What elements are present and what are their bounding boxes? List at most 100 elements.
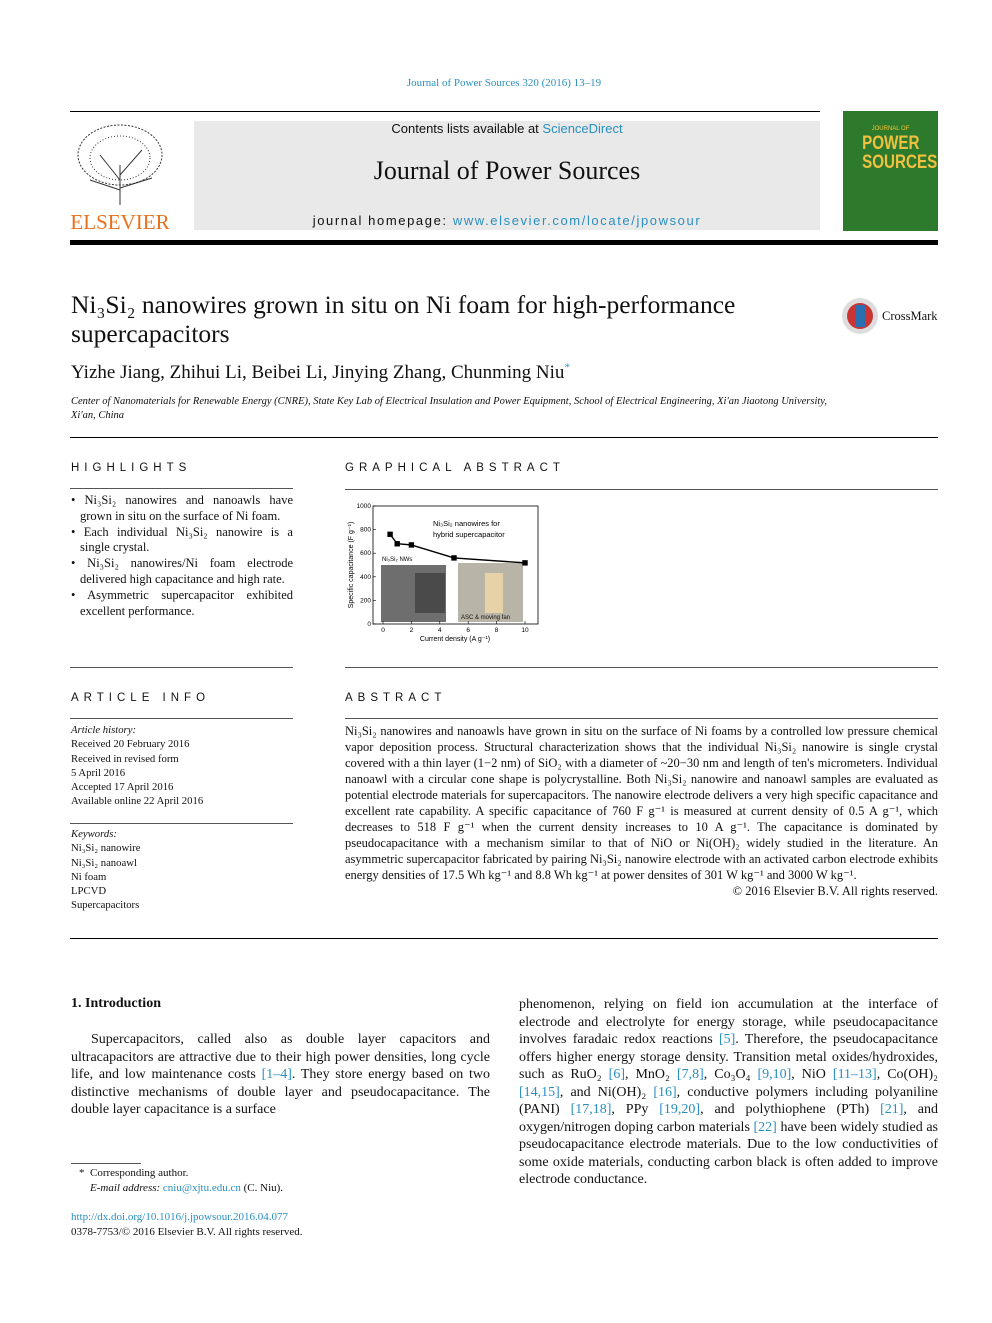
contents-line: Contents lists available at ScienceDirec… bbox=[194, 121, 820, 136]
text-run: , and Ni(OH)₂ bbox=[559, 1084, 654, 1100]
citation-link[interactable]: [5] bbox=[719, 1032, 735, 1047]
footnote-mark: * bbox=[79, 1167, 85, 1179]
abstract-copyright: © 2016 Elsevier B.V. All rights reserved… bbox=[732, 884, 938, 898]
data-point bbox=[408, 542, 415, 548]
paragraph: Supercapacitors, called also as double l… bbox=[71, 1031, 490, 1119]
x-tick-label: 6 bbox=[466, 627, 470, 634]
divider bbox=[345, 667, 938, 668]
affiliation: Center of Nanomaterials for Renewable En… bbox=[71, 396, 827, 421]
data-point bbox=[522, 560, 528, 566]
intro-right-column: phenomenon, relying on field ion accumul… bbox=[519, 996, 938, 1189]
history-item: 5 April 2016 bbox=[71, 766, 126, 779]
citation-link[interactable]: [9,10] bbox=[757, 1067, 791, 1082]
divider bbox=[70, 667, 293, 668]
cover-top-text: JOURNAL OF bbox=[871, 126, 910, 132]
x-tick-label: 8 bbox=[495, 627, 499, 634]
author-list: Yizhe Jiang, Zhihui Li, Beibei Li, Jinyi… bbox=[71, 362, 570, 384]
footnote: * Corresponding author. E-mail address: … bbox=[79, 1166, 283, 1196]
highlights-heading: HIGHLIGHTS bbox=[71, 462, 192, 474]
x-tick-label: 2 bbox=[410, 627, 414, 634]
crossmark-label: CrossMark bbox=[882, 308, 938, 323]
email-link[interactable]: cniu@xjtu.edu.cn bbox=[163, 1182, 241, 1194]
text-run: , NiO bbox=[791, 1067, 833, 1082]
article-title: Ni₃Si₂ nanowires grown in situ on Ni foa… bbox=[71, 290, 736, 348]
highlight-item: • Ni₃Si₂ nanowires and nanoawls have gro… bbox=[71, 493, 293, 523]
x-tick-label: 0 bbox=[381, 627, 385, 634]
abstract-body: Ni₃Si₂ nanowires and nanoawls have grown… bbox=[345, 723, 938, 899]
crossmark-badge[interactable]: CrossMark bbox=[841, 297, 938, 335]
y-tick-label: 200 bbox=[360, 597, 371, 604]
history-item: Received in revised form bbox=[71, 752, 179, 765]
article-history: Article history: Received 20 February 20… bbox=[71, 723, 293, 809]
divider bbox=[70, 111, 820, 112]
y-tick-label: 600 bbox=[360, 550, 371, 557]
citation-link[interactable]: [19,20] bbox=[659, 1102, 700, 1117]
highlights-list: • Ni₃Si₂ nanowires and nanoawls have gro… bbox=[71, 493, 293, 619]
x-tick-label: 10 bbox=[521, 627, 529, 634]
citation-link[interactable]: [1–4] bbox=[262, 1067, 292, 1082]
inset-right-label: ASC & moving fan bbox=[461, 615, 510, 621]
divider bbox=[70, 488, 293, 489]
sciencedirect-link[interactable]: ScienceDirect bbox=[542, 121, 622, 136]
keyword: Supercapacitors bbox=[71, 899, 140, 912]
highlight-item: • Each individual Ni₃Si₂ nanowire is a s… bbox=[71, 524, 293, 555]
text-run: , Co(OH)₂ bbox=[876, 1067, 938, 1082]
text-run: , PPy bbox=[611, 1102, 660, 1117]
intro-left-column: Supercapacitors, called also as double l… bbox=[71, 1031, 490, 1119]
history-item: Available online 22 April 2016 bbox=[71, 795, 204, 808]
homepage-line: journal homepage: www.elsevier.com/locat… bbox=[194, 213, 820, 228]
history-label: Article history: bbox=[71, 724, 137, 736]
corresponding-author-note: Corresponding author. bbox=[90, 1167, 189, 1179]
thick-divider bbox=[70, 240, 938, 245]
photo-cell bbox=[485, 573, 503, 613]
homepage-prefix: journal homepage: bbox=[312, 213, 453, 228]
email-label: E-mail address: bbox=[90, 1182, 163, 1194]
divider bbox=[70, 938, 938, 939]
history-item: Received 20 February 2016 bbox=[71, 738, 190, 751]
highlight-item: • Ni₃Si₂ nanowires/Ni foam electrode del… bbox=[71, 556, 293, 586]
citation-link[interactable]: [21] bbox=[880, 1102, 903, 1117]
citation-link[interactable]: [22] bbox=[754, 1120, 777, 1135]
chart-annotation-line1: Ni₃Si₂ nanowires for bbox=[433, 519, 500, 528]
journal-reference-link[interactable]: Journal of Power Sources 320 (2016) 13–1… bbox=[0, 77, 992, 89]
text-run: , MnO₂ bbox=[624, 1067, 677, 1082]
history-item: Accepted 17 April 2016 bbox=[71, 781, 174, 794]
citation-link[interactable]: [7,8] bbox=[677, 1067, 704, 1082]
journal-cover: JOURNAL OF POWER SOURCES bbox=[843, 111, 938, 231]
authors: Yizhe Jiang, Zhihui Li, Beibei Li, Jinyi… bbox=[71, 362, 565, 383]
y-tick-label: 0 bbox=[367, 621, 371, 628]
keyword: LPCVD bbox=[71, 885, 107, 898]
x-axis-label: Current density (A g⁻¹) bbox=[420, 636, 490, 643]
y-tick-label: 1000 bbox=[357, 503, 372, 510]
doi-link[interactable]: http://dx.doi.org/10.1016/j.jpowsour.201… bbox=[71, 1211, 288, 1223]
divider bbox=[345, 718, 938, 719]
text-run: , and polythiophene (PTh) bbox=[700, 1102, 881, 1117]
paragraph: phenomenon, relying on field ion accumul… bbox=[519, 996, 938, 1189]
citation-link[interactable]: [14,15] bbox=[519, 1085, 560, 1100]
citation-link[interactable]: [11–13] bbox=[833, 1067, 877, 1082]
divider bbox=[70, 437, 938, 438]
keyword: Ni foam bbox=[71, 870, 107, 883]
footnote-divider bbox=[71, 1163, 141, 1164]
journal-title: Journal of Power Sources bbox=[373, 156, 641, 185]
homepage-link[interactable]: www.elsevier.com/locate/jpowsour bbox=[453, 213, 701, 228]
citation-link[interactable]: [17,18] bbox=[571, 1102, 612, 1117]
abstract-text: Ni₃Si₂ nanowires and nanoawls have grown… bbox=[345, 724, 938, 882]
divider bbox=[345, 489, 938, 490]
divider bbox=[70, 718, 293, 719]
highlight-item: • Asymmetric supercapacitor exhibited ex… bbox=[71, 587, 293, 618]
corresponding-author-link[interactable]: * bbox=[564, 362, 570, 374]
citation-link[interactable]: [6] bbox=[609, 1067, 625, 1082]
article-info-heading: ARTICLE INFO bbox=[71, 692, 211, 704]
keyword: Ni₃Si₂ nanowire bbox=[71, 842, 141, 855]
graphical-abstract-heading: GRAPHICAL ABSTRACT bbox=[345, 462, 565, 474]
graphical-abstract-chart: Ni₃Si₂ NWs ASC & moving fan Ni₃Si₂ nanow… bbox=[348, 503, 539, 643]
citation-link[interactable]: [16] bbox=[653, 1085, 676, 1100]
abstract-heading: ABSTRACT bbox=[345, 692, 447, 704]
y-tick-label: 400 bbox=[360, 574, 371, 581]
x-tick-label: 4 bbox=[438, 627, 442, 634]
divider bbox=[70, 823, 293, 824]
crossmark-icon bbox=[842, 298, 878, 334]
data-point bbox=[394, 541, 400, 547]
y-axis-label: Specific capacitance (F g⁻¹) bbox=[348, 522, 355, 609]
